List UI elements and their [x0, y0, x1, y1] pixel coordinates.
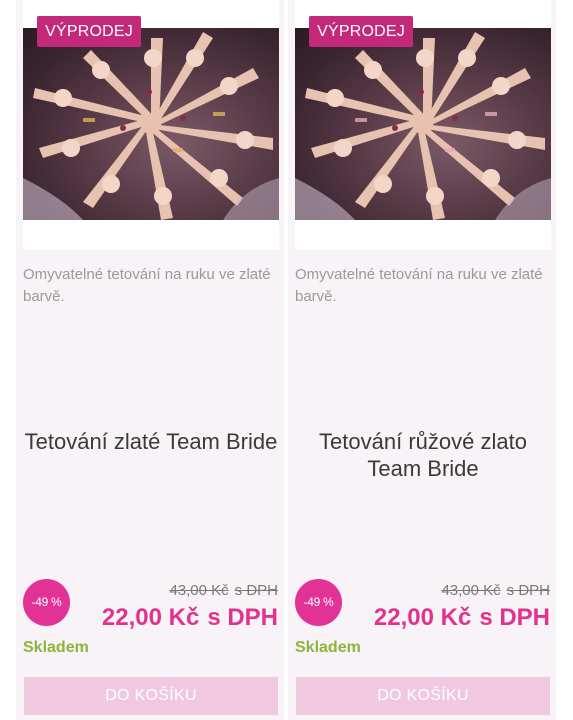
product-card: VÝPRODEJ Omyvatelné tetování na ruku ve …	[288, 0, 556, 720]
current-price: 22,00 Kč s DPH	[102, 604, 278, 632]
hands-photo-illustration	[295, 32, 551, 220]
old-price: 43,00 Kč s DPH	[169, 582, 278, 599]
product-photo[interactable]	[23, 28, 279, 220]
old-price: 43,00 Kč s DPH	[441, 582, 550, 599]
product-photo[interactable]	[295, 28, 551, 220]
hands-photo-illustration	[23, 32, 279, 220]
old-price-amount: 43,00 Kč	[169, 582, 229, 599]
discount-badge: -49 %	[23, 579, 70, 626]
old-price-vat: s DPH	[506, 582, 550, 599]
product-card: VÝPRODEJ Omyvatelné tetování na ruku ve …	[16, 0, 284, 720]
product-description: Omyvatelné tetování na ruku ve zlaté bar…	[295, 266, 543, 305]
add-to-cart-button[interactable]: DO KOŠÍKU	[296, 677, 550, 715]
current-price-vat: s DPH	[207, 604, 278, 631]
sale-badge: VÝPRODEJ	[309, 16, 413, 47]
product-description: Omyvatelné tetování na ruku ve zlaté bar…	[23, 266, 271, 305]
discount-badge: -49 %	[295, 579, 342, 626]
sale-badge: VÝPRODEJ	[37, 16, 141, 47]
current-price-amount: 22,00 Kč	[101, 604, 200, 631]
product-title[interactable]: Tetování růžové zlato Team Bride	[295, 428, 551, 482]
add-to-cart-button[interactable]: DO KOŠÍKU	[24, 677, 278, 715]
stock-status: Skladem	[23, 639, 89, 656]
product-title[interactable]: Tetování zlaté Team Bride	[23, 428, 279, 455]
old-price-vat: s DPH	[234, 582, 278, 599]
old-price-amount: 43,00 Kč	[441, 582, 501, 599]
current-price-amount: 22,00 Kč	[373, 604, 472, 631]
stock-status: Skladem	[295, 639, 361, 656]
current-price-vat: s DPH	[479, 604, 550, 631]
current-price: 22,00 Kč s DPH	[374, 604, 550, 632]
